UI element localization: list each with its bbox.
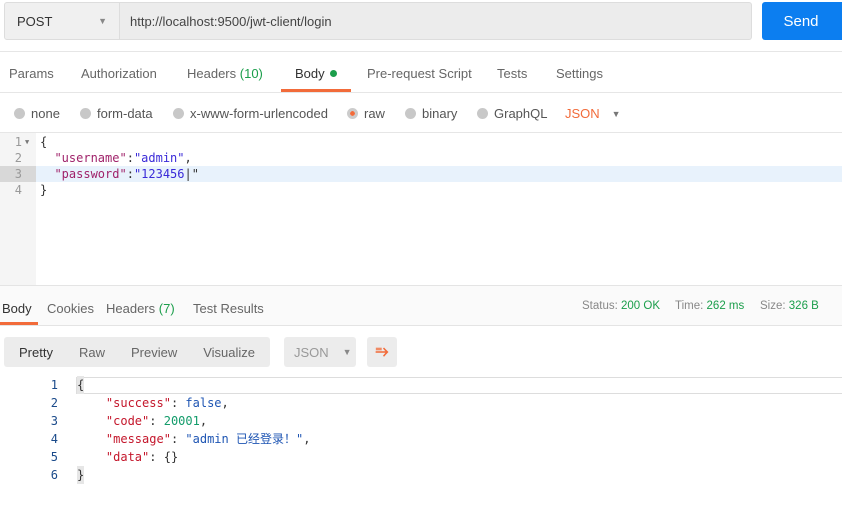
code-line: 6} [50,466,85,484]
send-button[interactable]: Send [762,2,842,40]
method-label: POST [17,13,53,29]
divider [0,92,842,93]
tab-body[interactable]: Body [295,66,337,81]
radio-x-www-form-urlencoded[interactable]: x-www-form-urlencoded [173,106,328,121]
method-select[interactable]: POST ▼ [4,2,120,40]
url-input[interactable]: http://localhost:9500/jwt-client/login [120,2,752,40]
radio-graphql[interactable]: GraphQL [477,106,547,121]
radio-form-data[interactable]: form-data [80,106,153,121]
view-mode-group: Pretty Raw Preview Visualize [4,337,270,367]
status-readout: Status: 200 OK [582,300,661,312]
headers-count: (7) [158,301,175,316]
radio-label: GraphQL [494,106,548,121]
format-label: JSON [565,106,600,121]
tab-label: Body [295,66,325,81]
request-body-editor[interactable]: 1 ▼{ 2 "username":"admin", 3 "password":"… [0,133,842,285]
radio-label: raw [364,106,385,121]
view-visualize-button[interactable]: Visualize [190,345,268,360]
chevron-down-icon: ▼ [611,108,621,119]
radio-label: none [31,106,60,121]
response-tab-cookies[interactable]: Cookies [47,301,94,316]
code-line: 4 "message": "admin 已经登录！", [50,432,311,446]
radio-label: binary [422,106,458,121]
code-line: 2 "username":"admin", [14,151,192,165]
tab-label: Headers [106,301,156,316]
view-raw-button[interactable]: Raw [66,345,118,360]
code-line: 3 "code": 20001, [50,414,208,428]
response-tab-body[interactable]: Body [2,301,32,316]
code-line: 1 ▼{ [14,134,48,150]
code-line: 2 "success": false, [50,396,229,410]
tab-tests[interactable]: Tests [497,66,527,81]
headers-count: (10) [239,66,263,81]
tab-headers[interactable]: Headers (10) [187,66,263,81]
active-tab-indicator [0,322,38,325]
fold-icon[interactable]: ▼ [25,134,29,150]
modified-dot-icon [329,70,337,77]
radio-raw[interactable]: raw [347,106,385,121]
tab-label: Headers [187,66,237,81]
divider [0,51,842,52]
chevron-down-icon: ▼ [342,347,352,357]
view-preview-button[interactable]: Preview [118,345,190,360]
code-line: 4} [14,183,48,197]
radio-label: form-data [97,106,153,121]
radio-none[interactable]: none [14,106,60,121]
code-line-active: 3 "password":"123456|" [0,166,842,182]
code-line: 5 "data": {} [50,450,179,464]
format-label: JSON [294,344,329,360]
response-tab-test-results[interactable]: Test Results [193,301,264,316]
size-readout: Size: 326 B [760,300,819,312]
chevron-down-icon: ▼ [98,16,107,26]
tab-params[interactable]: Params [9,66,54,81]
radio-binary[interactable]: binary [405,106,457,121]
tab-pre-request-script[interactable]: Pre-request Script [367,66,472,81]
radio-label: x-www-form-urlencoded [190,106,328,121]
tab-settings[interactable]: Settings [556,66,603,81]
response-tab-headers[interactable]: Headers (7) [106,301,175,316]
wrap-lines-icon[interactable]: ⥱ [367,337,397,367]
time-readout: Time: 262 ms [675,300,745,312]
code-line: 1{ [0,376,842,394]
body-format-select[interactable]: JSON ▼ [565,106,621,121]
response-format-select[interactable]: JSON ▼ [284,337,356,367]
view-pretty-button[interactable]: Pretty [4,345,66,360]
tab-authorization[interactable]: Authorization [81,66,157,81]
